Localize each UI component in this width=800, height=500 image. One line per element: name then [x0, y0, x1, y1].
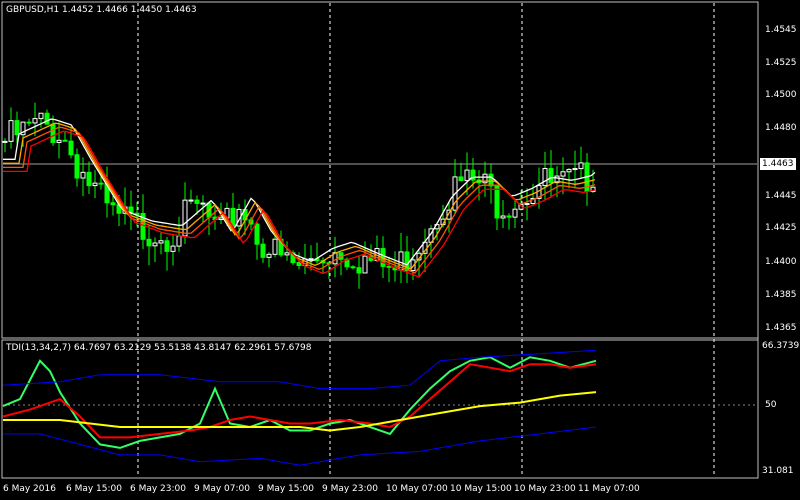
candle-body [386, 265, 392, 268]
time-tick: 9 May 07:00 [194, 484, 250, 494]
indicator-header: TDI(13,34,2,7) 64.7697 63.2129 53.5138 4… [6, 343, 312, 353]
time-tick: 9 May 23:00 [322, 484, 378, 494]
candle-body [200, 202, 206, 205]
candle-body [86, 171, 92, 187]
candle-body [44, 112, 50, 125]
candle-body [38, 112, 44, 120]
candle-body [182, 199, 188, 237]
candle-body [8, 120, 14, 142]
candle-body [266, 253, 272, 258]
candle-body [50, 123, 56, 143]
ma-line [3, 122, 596, 270]
candle-body [578, 162, 584, 170]
time-tick: 6 May 23:00 [130, 484, 186, 494]
candle-body [458, 176, 464, 182]
time-tick: 11 May 07:00 [578, 484, 640, 494]
candle-body [158, 240, 164, 244]
candle-body [464, 169, 470, 182]
price-tick: 1.4385 [765, 290, 797, 300]
candle-body [110, 202, 116, 206]
price-tick: 1.4545 [765, 25, 797, 35]
candle-body [488, 173, 494, 187]
current-price-tag: 1.4463 [760, 158, 796, 170]
candle-body [566, 168, 572, 173]
time-tick: 10 May 23:00 [514, 484, 576, 494]
price-tick: 1.4445 [765, 191, 797, 201]
candle-body [170, 245, 176, 252]
candle-body [152, 242, 158, 247]
time-tick: 10 May 15:00 [450, 484, 512, 494]
candle-body [32, 118, 38, 124]
candle-body [524, 203, 530, 206]
candle-body [500, 215, 506, 219]
candle-body [62, 139, 68, 142]
time-tick: 9 May 15:00 [258, 484, 314, 494]
symbol-header: GBPUSD,H1 1.4452 1.4466 1.4450 1.4463 [6, 5, 197, 15]
tdi-lines [2, 349, 597, 466]
candle-body [308, 258, 314, 261]
candle-body [56, 139, 62, 143]
candle-body [146, 238, 152, 247]
indicator-frame [1, 339, 759, 479]
candle-body [176, 235, 182, 247]
candle-body [572, 168, 578, 171]
price-tick: 1.4480 [765, 123, 797, 133]
candle-body [254, 223, 260, 245]
candle-body [194, 199, 200, 204]
time-tick: 10 May 07:00 [386, 484, 448, 494]
candle-body [164, 240, 170, 252]
candle-body [14, 120, 20, 136]
candle-body [272, 238, 278, 255]
indicator-tick: 31.081 [762, 466, 794, 476]
candle-body [494, 185, 500, 219]
candle-body [260, 243, 266, 258]
indicator-tick: 66.3739 [762, 341, 800, 351]
price-tick: 1.4500 [765, 90, 797, 100]
time-tick: 6 May 2016 [3, 484, 56, 494]
candle-body [506, 215, 512, 218]
candle-body [362, 255, 368, 274]
candle-body [68, 140, 74, 156]
volatility-band-lower [3, 426, 597, 466]
candle-body [296, 262, 302, 266]
time-tick: 6 May 15:00 [66, 484, 122, 494]
volatility-band-upper [2, 349, 597, 390]
candle-body [560, 171, 566, 177]
price-tick: 1.4425 [765, 223, 797, 233]
candle-body [2, 140, 8, 143]
candle-body [80, 171, 86, 179]
candle-body [356, 267, 362, 274]
price-tick: 1.4400 [765, 257, 797, 267]
indicator-tick: 50 [765, 400, 777, 410]
ma-line [3, 126, 596, 274]
candle-body [512, 208, 518, 218]
candle-body [350, 266, 356, 269]
chart-canvas[interactable] [0, 0, 800, 500]
main-chart-frame [1, 1, 759, 339]
candle-body [98, 182, 104, 185]
candle-body [284, 252, 290, 256]
candle-body [134, 212, 140, 215]
candle-body [92, 182, 98, 187]
candle-body [26, 121, 32, 124]
market-base-line [3, 391, 597, 432]
candle-body [542, 168, 548, 187]
candle-body [74, 154, 80, 179]
candle-body [218, 217, 224, 221]
price-tick: 1.4525 [765, 58, 797, 68]
price-tick: 1.4365 [765, 323, 797, 333]
candle-body [188, 199, 194, 202]
candle-body [548, 168, 554, 184]
